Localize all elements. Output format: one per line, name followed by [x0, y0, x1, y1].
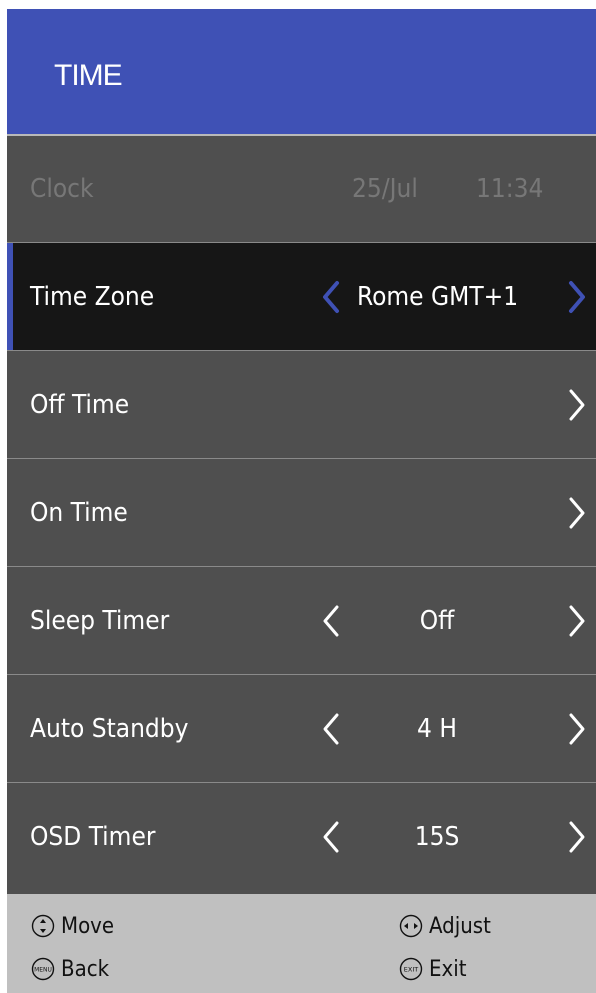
osd-timer-value: 15S	[414, 821, 460, 852]
auto-standby-value: 4 H	[417, 713, 457, 744]
hint-exit: EXIT Exit	[399, 954, 466, 984]
menu-item-sleep-timer[interactable]: Sleep Timer Off	[7, 566, 596, 674]
chevron-right-icon[interactable]	[563, 709, 589, 749]
svg-text:EXIT: EXIT	[404, 966, 418, 974]
menu-item-label: Auto Standby	[30, 713, 189, 744]
clock-date: 25/Jul	[352, 174, 418, 204]
page-title: TIME	[54, 59, 123, 92]
menu-item-clock: Clock 25/Jul 11:34	[7, 134, 596, 242]
hint-adjust-label: Adjust	[429, 913, 491, 939]
hint-move: Move	[31, 911, 114, 941]
key-hint-bar: Move MENU Back Adjust EXIT Exit	[7, 894, 596, 993]
menu-item-time-zone[interactable]: Time Zone Rome GMT+1	[7, 242, 596, 350]
menu-item-auto-standby[interactable]: Auto Standby 4 H	[7, 674, 596, 782]
hint-back: MENU Back	[31, 954, 109, 984]
menu-key-icon: MENU	[31, 957, 55, 981]
time-zone-value: Rome GMT+1	[357, 281, 519, 312]
menu-item-label: OSD Timer	[30, 821, 156, 852]
chevron-right-icon[interactable]	[563, 601, 589, 641]
exit-key-icon: EXIT	[399, 957, 423, 981]
chevron-right-icon[interactable]	[563, 493, 589, 533]
menu-item-label: Sleep Timer	[30, 605, 170, 636]
up-down-arrows-icon	[31, 914, 55, 938]
menu-item-on-time[interactable]: On Time	[7, 458, 596, 566]
menu-item-label: Off Time	[30, 389, 130, 420]
svg-text:MENU: MENU	[34, 967, 52, 974]
chevron-right-icon[interactable]	[563, 385, 589, 425]
chevron-right-icon[interactable]	[563, 817, 589, 857]
hint-adjust: Adjust	[399, 911, 491, 941]
menu-item-label: Clock	[30, 174, 94, 204]
menu-item-label: Time Zone	[30, 281, 155, 312]
menu-item-label: On Time	[30, 497, 128, 528]
menu-item-osd-timer[interactable]: OSD Timer 15S	[7, 782, 596, 890]
sleep-timer-value: Off	[419, 605, 455, 636]
clock-time: 11:34	[476, 174, 544, 204]
chevron-left-icon[interactable]	[319, 277, 345, 317]
time-menu-panel: TIME Clock 25/Jul 11:34 Time Zone Rome G…	[7, 9, 596, 993]
hint-move-label: Move	[61, 913, 115, 939]
hint-exit-label: Exit	[429, 956, 467, 982]
menu-header: TIME	[7, 9, 596, 134]
menu-item-off-time[interactable]: Off Time	[7, 350, 596, 458]
left-right-arrows-icon	[399, 914, 423, 938]
selection-indicator	[7, 243, 13, 350]
hint-back-label: Back	[61, 956, 110, 982]
chevron-right-icon[interactable]	[563, 277, 589, 317]
